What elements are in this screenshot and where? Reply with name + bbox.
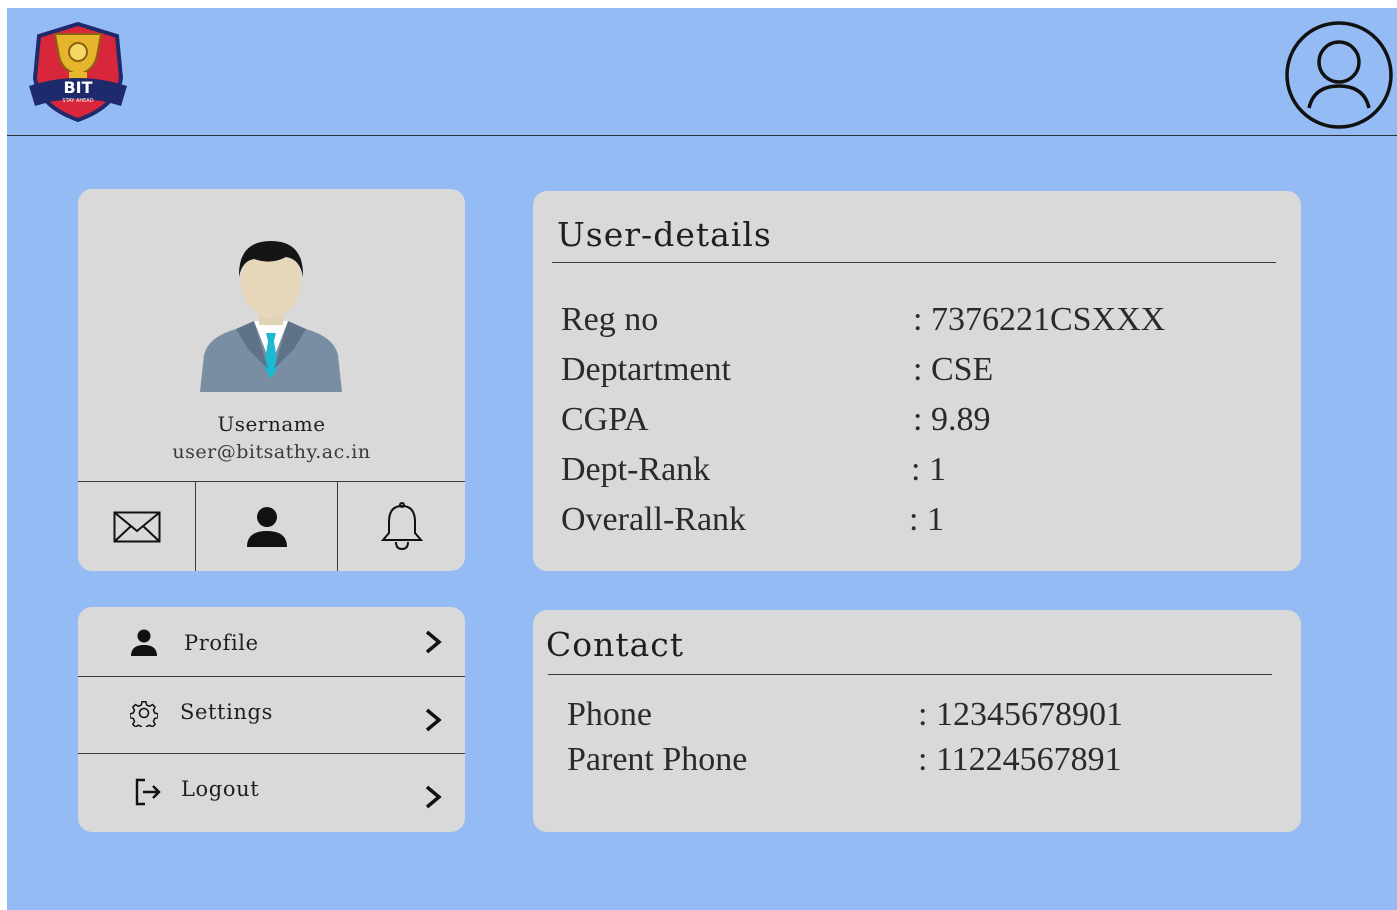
- menu-item-label: Logout: [181, 777, 260, 801]
- contact-card: Contact Phone : 12345678901 Parent Phone…: [533, 610, 1301, 832]
- app-frame: BIT STAY AHEAD Username user@bitsathy.ac…: [7, 8, 1397, 910]
- overall-rank-value: : 1: [909, 501, 944, 538]
- svg-text:STAY AHEAD: STAY AHEAD: [62, 98, 93, 104]
- notifications-button[interactable]: [338, 482, 465, 571]
- contact-title: Contact: [546, 625, 685, 664]
- cgpa-value: : 9.89: [913, 401, 991, 438]
- title-divider: [552, 262, 1276, 263]
- cgpa-label: CGPA: [561, 401, 649, 438]
- menu-item-profile[interactable]: Profile: [78, 607, 465, 677]
- parent-phone-value: : 11224567891: [918, 741, 1122, 778]
- profile-card: Username user@bitsathy.ac.in: [78, 189, 465, 571]
- user-email: user@bitsathy.ac.in: [172, 441, 371, 463]
- menu-item-logout[interactable]: Logout: [78, 754, 465, 832]
- bell-icon: [380, 502, 423, 551]
- svg-text:BIT: BIT: [63, 78, 92, 97]
- menu-item-settings[interactable]: Settings: [78, 677, 465, 754]
- mail-button[interactable]: [78, 482, 196, 571]
- menu-card: Profile Settings Logout: [78, 607, 465, 832]
- department-value: : CSE: [913, 351, 994, 388]
- menu-item-label: Profile: [184, 631, 259, 655]
- person-icon: [246, 507, 287, 547]
- overall-rank-label: Overall-Rank: [561, 501, 747, 538]
- reg-no-label: Reg no: [561, 301, 659, 338]
- phone-value: : 12345678901: [918, 696, 1123, 733]
- dept-rank-label: Dept-Rank: [561, 451, 711, 488]
- username-label: Username: [217, 412, 326, 436]
- reg-no-value: : 7376221CSXXX: [913, 301, 1166, 338]
- dept-rank-value: : 1: [911, 451, 946, 488]
- gear-icon: [130, 701, 158, 727]
- title-divider: [548, 674, 1272, 675]
- chevron-right-icon: [425, 630, 442, 654]
- user-details-title: User-details: [557, 215, 772, 254]
- mail-icon: [113, 511, 160, 543]
- college-crest-logo[interactable]: BIT STAY AHEAD: [25, 20, 131, 124]
- menu-item-label: Settings: [180, 700, 273, 724]
- parent-phone-label: Parent Phone: [567, 741, 748, 778]
- chevron-right-icon: [425, 708, 442, 732]
- chevron-right-icon: [425, 785, 442, 809]
- top-header: BIT STAY AHEAD: [7, 8, 1397, 136]
- user-avatar-figure: [200, 241, 342, 392]
- profile-action-row: [78, 481, 465, 571]
- user-details-card: User-details Reg no : 7376221CSXXX Depta…: [533, 191, 1301, 571]
- person-icon: [131, 629, 157, 656]
- profile-button[interactable]: [196, 482, 338, 571]
- logout-icon: [135, 778, 161, 806]
- department-label: Deptartment: [561, 351, 731, 388]
- account-circle-icon[interactable]: [1284, 20, 1394, 130]
- phone-label: Phone: [567, 696, 652, 733]
